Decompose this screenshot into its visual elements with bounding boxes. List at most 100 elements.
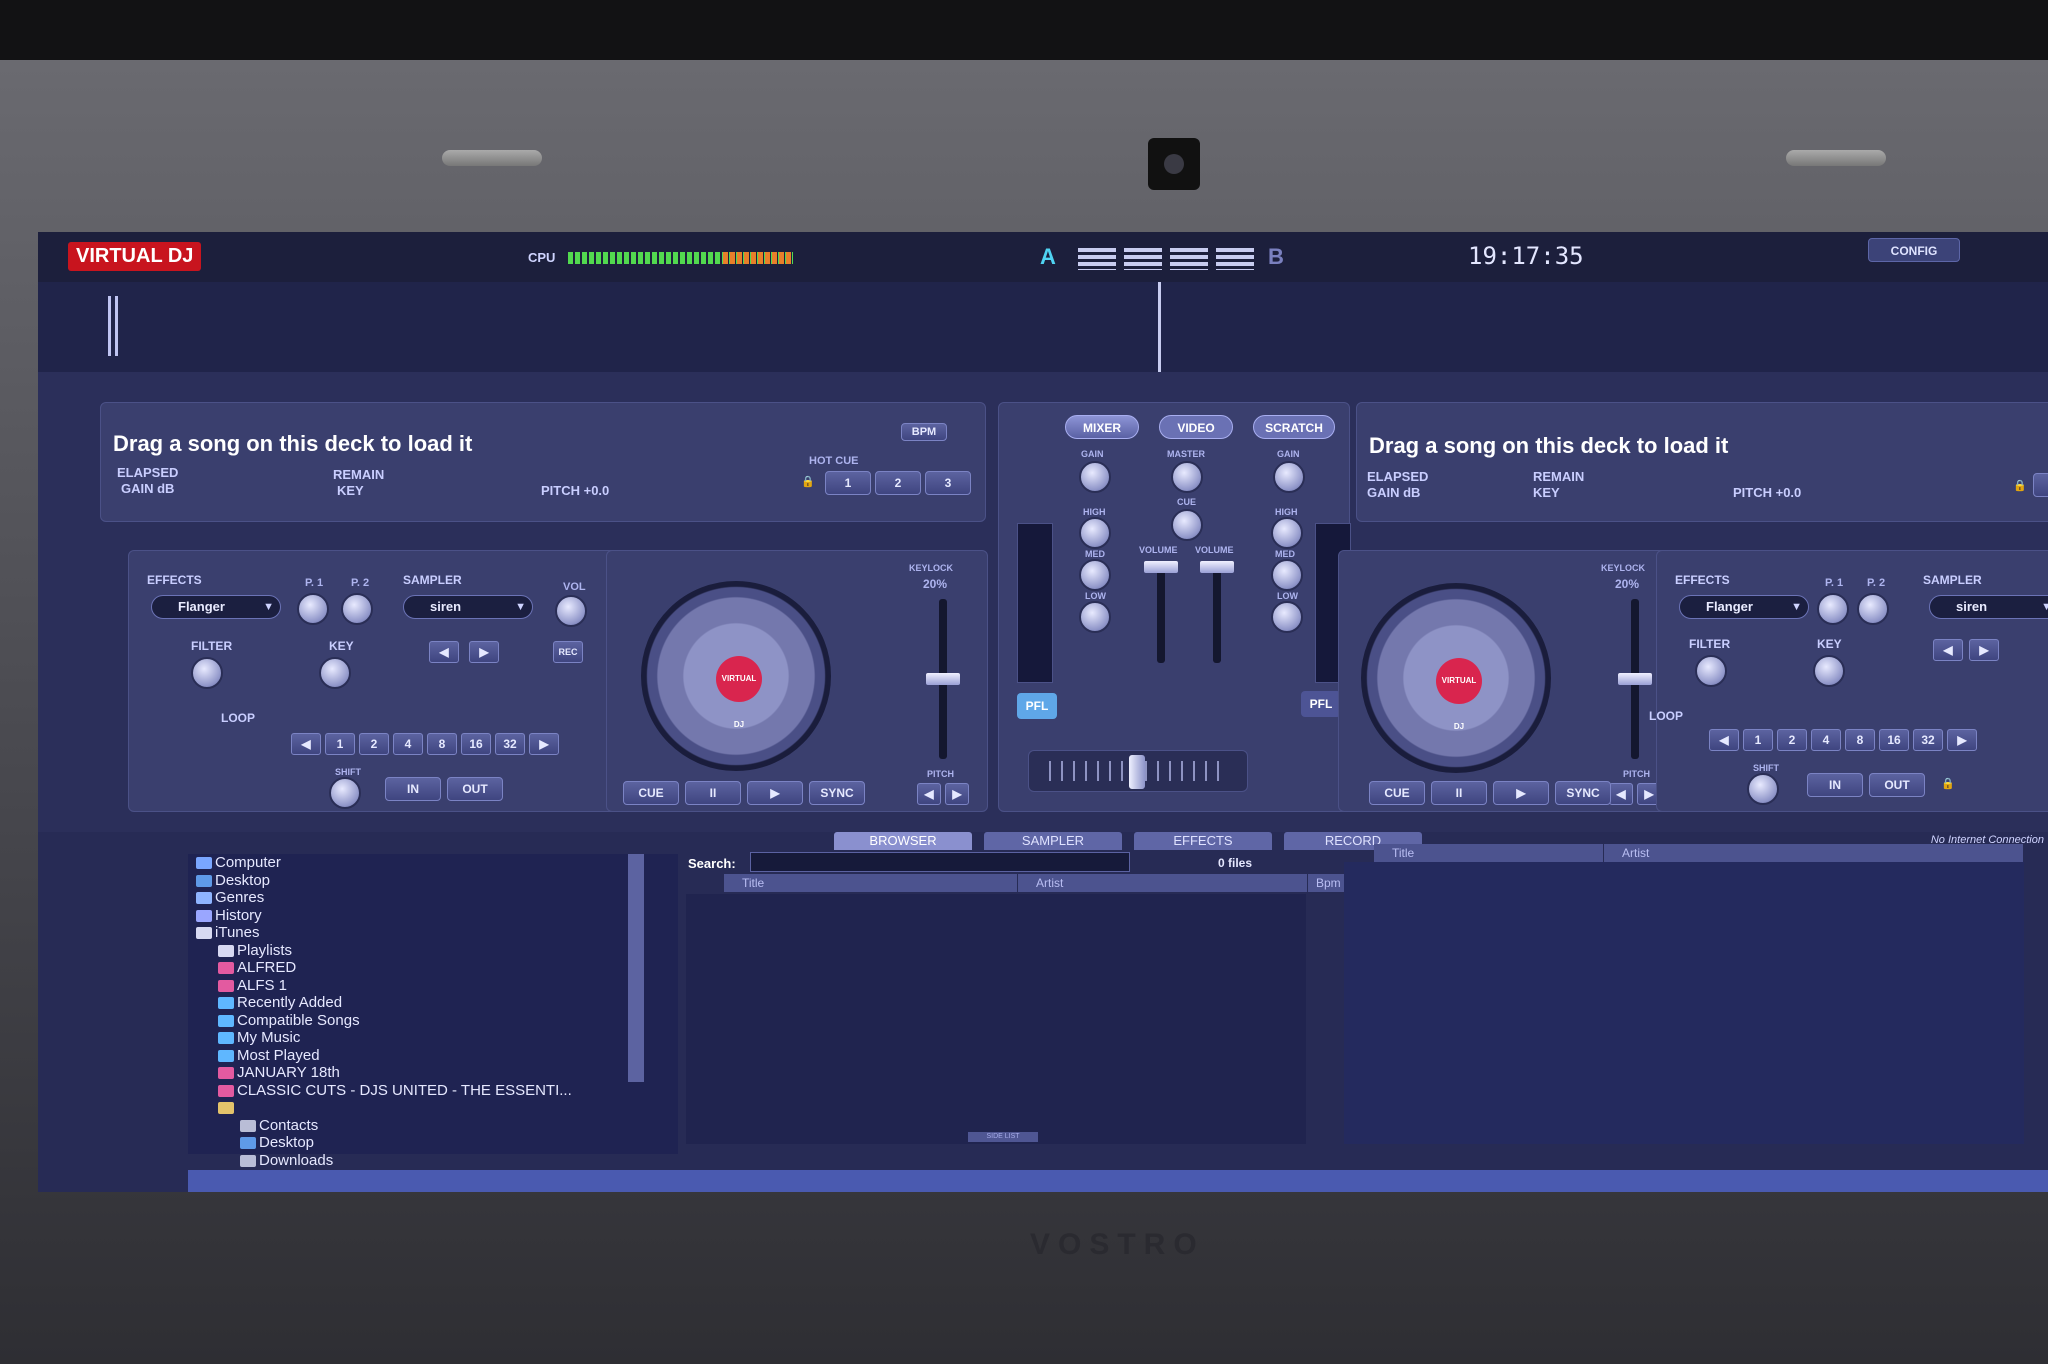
right-sync-button[interactable]: SYNC [1555,781,1611,805]
tree-item[interactable]: Playlists [188,942,678,960]
layout-icon[interactable] [1124,248,1162,270]
crossfader[interactable] [1028,750,1248,792]
left-high-knob[interactable] [1079,517,1111,549]
left-loop-next-button[interactable]: ▶ [529,733,559,755]
right-pitch-range[interactable]: 20% [1615,577,1639,591]
right-loop-32[interactable]: 32 [1913,729,1943,751]
tree-item[interactable]: JANUARY 18th [188,1064,678,1082]
right-loop-2[interactable]: 2 [1777,729,1807,751]
crossfader-handle[interactable] [1129,755,1145,789]
right-volume-track[interactable] [1213,563,1221,663]
tab-browser[interactable]: BROWSER [834,832,972,850]
left-volume-track[interactable] [1157,563,1165,663]
tree-item[interactable]: Desktop [188,1134,678,1152]
left-fx-p1-knob[interactable] [297,593,329,625]
left-pfl-button[interactable]: PFL [1017,693,1057,719]
column-artist[interactable]: Artist [1018,874,1308,892]
left-filter-knob[interactable] [191,657,223,689]
left-loop-1[interactable]: 1 [325,733,355,755]
right-fx-p1-knob[interactable] [1817,593,1849,625]
tree-item[interactable]: Computer [188,854,678,872]
left-loop-2[interactable]: 2 [359,733,389,755]
left-bpm-button[interactable]: BPM [901,423,947,441]
left-gain-knob[interactable] [1079,461,1111,493]
tree-item[interactable]: History [188,907,678,925]
track-list[interactable] [686,894,1306,1144]
scratch-tab[interactable]: SCRATCH [1253,415,1335,439]
config-button[interactable]: CONFIG [1868,238,1960,262]
right-cue-button[interactable]: CUE [1369,781,1425,805]
side-list-toggle[interactable]: SIDE LIST [968,1132,1038,1142]
tree-item[interactable]: CLASSIC CUTS - DJS UNITED - THE ESSENTI.… [188,1082,678,1100]
mixer-tab[interactable]: MIXER [1065,415,1139,439]
right-jog-wheel[interactable]: VIRTUAL DJ [1361,583,1551,773]
right-sampler-prev-button[interactable]: ◀ [1933,639,1963,661]
right-loop-next-button[interactable]: ▶ [1947,729,1977,751]
right-pitch-slider[interactable] [1618,673,1652,685]
side-column-artist[interactable]: Artist [1604,844,2024,862]
left-pause-button[interactable]: II [685,781,741,805]
layout-selector[interactable] [1078,248,1254,270]
left-fx-p2-knob[interactable] [341,593,373,625]
left-key-knob[interactable] [319,657,351,689]
left-sync-button[interactable]: SYNC [809,781,865,805]
cue-mix-knob[interactable] [1171,509,1203,541]
right-loop-1[interactable]: 1 [1743,729,1773,751]
left-shift-knob[interactable] [329,777,361,809]
right-loop-out-button[interactable]: OUT [1869,773,1925,797]
tree-item[interactable]: Desktop [188,872,678,890]
tree-item[interactable]: Most Played [188,1047,678,1065]
right-loop-8[interactable]: 8 [1845,729,1875,751]
right-pitch-down[interactable]: ◀ [1609,783,1633,805]
tab-sampler[interactable]: SAMPLER [984,832,1122,850]
left-hot-cue-2[interactable]: 2 [875,471,921,495]
right-loop-prev-button[interactable]: ◀ [1709,729,1739,751]
right-effect-select[interactable]: Flanger [1679,595,1809,619]
right-play-button[interactable]: ▶ [1493,781,1549,805]
tree-item[interactable] [188,1099,678,1117]
tree-scrollbar[interactable] [628,854,644,1082]
right-keylock-label[interactable]: KEYLOCK [1601,563,1645,573]
left-loop-16[interactable]: 16 [461,733,491,755]
left-pitch-up[interactable]: ▶ [945,783,969,805]
lock-icon[interactable]: 🔒 [801,475,815,488]
right-high-knob[interactable] [1271,517,1303,549]
right-pfl-button[interactable]: PFL [1301,691,1341,717]
right-filter-knob[interactable] [1695,655,1727,687]
folder-tree[interactable]: Computer Desktop Genres History iTunes Playli… [188,854,678,1169]
left-play-button[interactable]: ▶ [747,781,803,805]
tree-item[interactable]: Downloads [188,1152,678,1170]
waveform-display[interactable] [38,282,2048,372]
right-loop-4[interactable]: 4 [1811,729,1841,751]
right-shift-knob[interactable] [1747,773,1779,805]
right-pause-button[interactable]: II [1431,781,1487,805]
left-volume-fader[interactable] [1144,561,1178,573]
left-keylock-label[interactable]: KEYLOCK [909,563,953,573]
right-fx-p2-knob[interactable] [1857,593,1889,625]
left-loop-8[interactable]: 8 [427,733,457,755]
right-hot-cue-1[interactable]: 1 [2033,473,2048,497]
right-key-knob[interactable] [1813,655,1845,687]
left-loop-32[interactable]: 32 [495,733,525,755]
left-sampler-play-button[interactable]: ▶ [469,641,499,663]
left-pitch-slider[interactable] [926,673,960,685]
right-low-knob[interactable] [1271,601,1303,633]
master-knob[interactable] [1171,461,1203,493]
search-input[interactable] [750,852,1130,872]
right-volume-fader[interactable] [1200,561,1234,573]
lock-icon[interactable]: 🔒 [1941,777,1955,790]
right-gain-knob[interactable] [1273,461,1305,493]
tree-item[interactable]: iTunes [188,924,678,942]
left-sampler-prev-button[interactable]: ◀ [429,641,459,663]
left-pitch-down[interactable]: ◀ [917,783,941,805]
deck-a-indicator[interactable]: A [1040,244,1056,270]
right-loop-16[interactable]: 16 [1879,729,1909,751]
left-hot-cue-1[interactable]: 1 [825,471,871,495]
right-sampler-select[interactable]: siren [1929,595,2048,619]
left-loop-4[interactable]: 4 [393,733,423,755]
deck-b-indicator[interactable]: B [1268,244,1284,270]
tree-item[interactable]: ALFS 1 [188,977,678,995]
tree-item[interactable]: Genres [188,889,678,907]
left-cue-button[interactable]: CUE [623,781,679,805]
left-loop-prev-button[interactable]: ◀ [291,733,321,755]
